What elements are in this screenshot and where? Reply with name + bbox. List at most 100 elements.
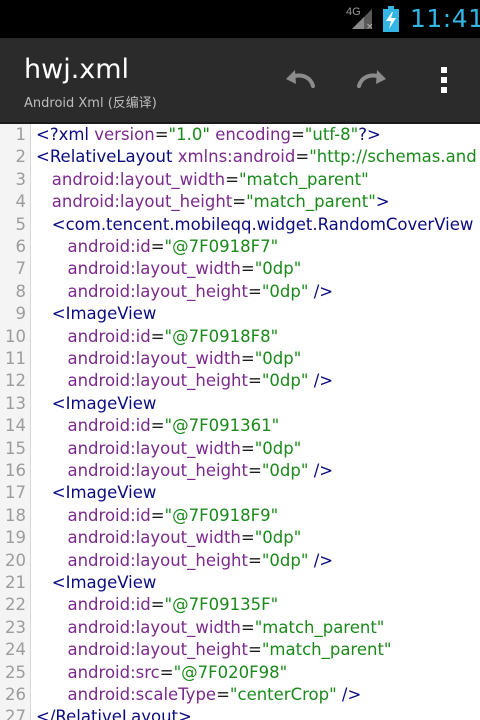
syntax-token: android:layout_height [67, 281, 248, 301]
syntax-token: = [295, 147, 310, 167]
code-text: <com.tencent.mobileqq.widget.RandomCover… [36, 214, 474, 236]
syntax-token: = [154, 125, 169, 144]
code-line[interactable]: 14 android:id="@7F091361" [0, 415, 480, 437]
syntax-token [36, 416, 67, 435]
syntax-token: = [216, 685, 230, 704]
code-line[interactable]: 5 <com.tencent.mobileqq.widget.RandomCov… [0, 214, 480, 236]
syntax-token: android:layout_width [67, 349, 241, 368]
syntax-token [36, 304, 52, 323]
syntax-token: <ImageView [51, 393, 157, 413]
syntax-token: xmlns:android [177, 147, 296, 167]
syntax-token: "match_parent" [246, 192, 376, 212]
syntax-token [36, 215, 52, 234]
code-line[interactable]: 18 android:id="@7F0918F9" [0, 505, 480, 527]
signal-icon: × [352, 9, 374, 31]
line-number: 22 [5, 595, 26, 615]
code-line[interactable]: 6 android:id="@7F0918F7" [0, 236, 480, 258]
line-number: 20 [5, 550, 26, 570]
syntax-token: <ImageView [51, 573, 157, 592]
syntax-token: </RelativeLayout> [36, 707, 192, 720]
syntax-token: android:layout_width [67, 438, 241, 458]
code-text: android:scaleType="centerCrop" /> [36, 684, 361, 706]
syntax-token: <RelativeLayout [36, 147, 178, 167]
syntax-token: = [240, 259, 255, 279]
syntax-token: "0dp" [254, 259, 302, 279]
code-editor[interactable]: 1 <?xml version="1.0" encoding="utf-8"?> 2… [0, 124, 480, 720]
code-line[interactable]: 10 android:id="@7F0918F8" [0, 326, 480, 348]
code-line[interactable]: 21 <ImageView [0, 572, 480, 594]
overflow-menu-button[interactable] [420, 56, 468, 104]
syntax-token [36, 170, 52, 189]
syntax-token [36, 371, 67, 390]
code-line[interactable]: 4 android:layout_height="match_parent"> [0, 191, 480, 213]
syntax-token [36, 506, 67, 525]
syntax-token: <ImageView [51, 304, 157, 324]
code-line[interactable]: 17 <ImageView [0, 482, 480, 504]
code-text: android:layout_height="match_parent" [36, 639, 391, 661]
syntax-token: = [150, 326, 165, 346]
code-text: android:layout_width="match_parent" [36, 617, 384, 639]
line-number: 11 [5, 349, 26, 368]
code-text: </RelativeLayout> [36, 706, 192, 720]
code-line[interactable]: 16 android:layout_height="0dp" /> [0, 460, 480, 482]
syntax-token: "0dp" [254, 349, 302, 368]
syntax-token: "match_parent" [254, 617, 385, 637]
code-text: android:layout_width="0dp" [36, 258, 301, 280]
syntax-token [36, 282, 67, 301]
code-line[interactable]: 15 android:layout_width="0dp" [0, 438, 480, 460]
syntax-token: = [248, 640, 262, 660]
code-text: android:src="@7F020F98" [36, 662, 287, 684]
redo-button[interactable] [348, 56, 396, 104]
undo-icon [286, 70, 315, 88]
code-text: android:layout_width="0dp" [36, 527, 301, 549]
code-line[interactable]: 2 <RelativeLayout xmlns:android="http://s… [0, 146, 480, 168]
code-line[interactable]: 23 android:layout_width="match_parent" [0, 617, 480, 639]
code-text: android:layout_width="0dp" [36, 438, 301, 460]
undo-button[interactable] [276, 56, 324, 104]
syntax-token: "0dp" [261, 371, 309, 391]
line-number: 12 [5, 371, 26, 391]
code-line[interactable]: 20 android:layout_height="0dp" /> [0, 550, 480, 572]
syntax-token: "@7F0918F8" [164, 326, 279, 346]
code-line[interactable]: 12 android:layout_height="0dp" /> [0, 370, 480, 392]
code-line[interactable]: 9 <ImageView [0, 303, 480, 325]
line-number: 25 [5, 662, 26, 682]
line-number: 27 [5, 707, 26, 720]
line-number: 14 [5, 416, 26, 436]
syntax-token: ?> [358, 125, 381, 144]
syntax-token: android:layout_width [51, 169, 226, 189]
code-line[interactable]: 19 android:layout_width="0dp" [0, 527, 480, 549]
syntax-token: android:layout_width [67, 528, 241, 548]
code-line[interactable]: 1 <?xml version="1.0" encoding="utf-8"?> [0, 124, 480, 146]
syntax-token: android:scaleType [67, 685, 217, 704]
line-number: 18 [5, 505, 26, 525]
code-line[interactable]: 27 </RelativeLayout> [0, 706, 480, 720]
code-text: android:layout_height="0dp" /> [36, 370, 333, 392]
syntax-token: encoding [215, 125, 291, 144]
syntax-token: <ImageView [51, 483, 157, 503]
line-number: 8 [15, 281, 27, 301]
line-number: 6 [15, 237, 27, 256]
code-line[interactable]: 13 <ImageView [0, 393, 480, 415]
code-line[interactable]: 7 android:layout_width="0dp" [0, 258, 480, 280]
syntax-token: "0dp" [261, 550, 309, 570]
syntax-token: "@7F0918F9" [164, 505, 279, 525]
syntax-token: /> [308, 461, 334, 480]
syntax-token [36, 618, 67, 637]
syntax-token: "http://schemas.and [309, 147, 477, 167]
code-line[interactable]: 22 android:id="@7F09135F" [0, 594, 480, 616]
code-text: android:layout_height="0dp" /> [36, 550, 333, 572]
code-text: android:layout_height="0dp" /> [36, 460, 333, 482]
code-line[interactable]: 25 android:src="@7F020F98" [0, 662, 480, 684]
code-line[interactable]: 11 android:layout_width="0dp" [0, 348, 480, 370]
code-line[interactable]: 24 android:layout_height="match_parent" [0, 639, 480, 661]
code-line[interactable]: 26 android:scaleType="centerCrop" /> [0, 684, 480, 706]
code-line[interactable]: 3 android:layout_width="match_parent" [0, 169, 480, 191]
syntax-token [36, 259, 67, 278]
code-line[interactable]: 8 android:layout_height="0dp" /> [0, 281, 480, 303]
line-number: 19 [5, 528, 26, 548]
syntax-token: /> [308, 371, 334, 391]
syntax-token [36, 595, 67, 614]
line-number: 23 [5, 617, 26, 637]
line-number: 9 [15, 304, 27, 324]
